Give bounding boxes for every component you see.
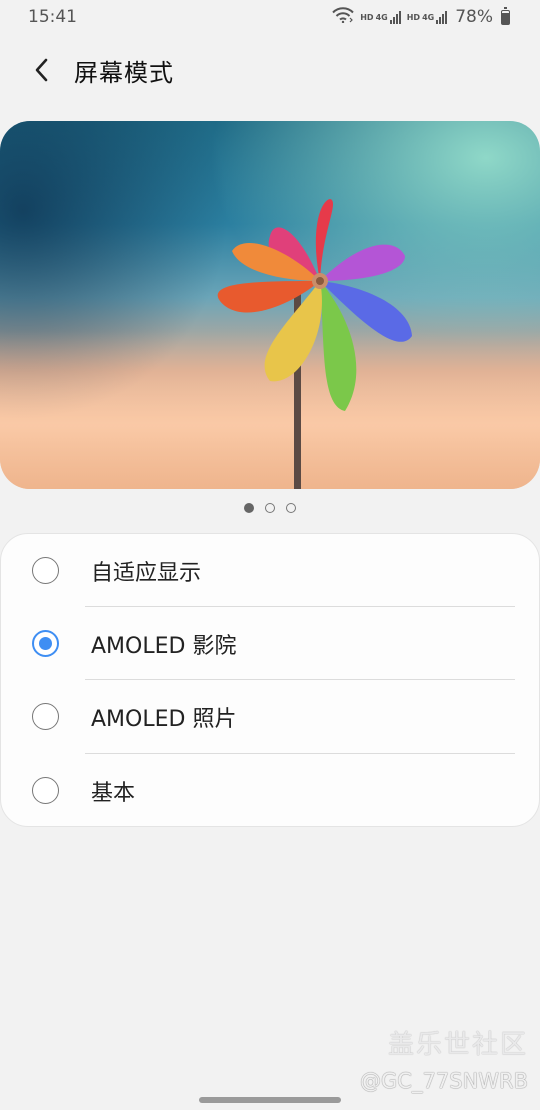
option-label: AMOLED 照片 [91, 706, 237, 732]
page-indicator [0, 500, 540, 516]
signal-icon-2: HD 4G [406, 10, 448, 24]
watermark-user: @GC_77SNWRB [360, 1069, 528, 1093]
watermark-community: 盖乐世社区 [387, 1030, 528, 1060]
home-indicator[interactable] [199, 1097, 341, 1103]
status-time: 15:41 [28, 7, 77, 27]
option-label: AMOLED 影院 [91, 633, 237, 659]
option-basic[interactable]: 基本 [1, 754, 540, 827]
page-title: 屏幕模式 [74, 58, 174, 87]
pinwheel-icon [217, 199, 412, 489]
page-dot-2[interactable] [265, 503, 275, 513]
status-bar: 15:41 HD 4G HD 4G 78% [0, 0, 540, 34]
option-amoled-photo[interactable]: AMOLED 照片 [1, 680, 540, 753]
battery-percent: 78% [455, 7, 493, 27]
page-dot-3[interactable] [286, 503, 296, 513]
option-label: 自适应显示 [91, 560, 202, 586]
option-label: 基本 [91, 780, 136, 806]
status-icons: HD 4G HD 4G 78% [332, 6, 510, 28]
battery-icon [501, 6, 510, 25]
app-bar: 屏幕模式 [0, 44, 540, 96]
network-type-label: 4G [375, 12, 388, 22]
radio-button-selected[interactable] [32, 630, 59, 657]
hd-label: HD [360, 12, 374, 22]
option-amoled-cinema[interactable]: AMOLED 影院 [1, 607, 540, 680]
back-button[interactable] [14, 44, 70, 96]
page-dot-1[interactable] [244, 503, 254, 513]
radio-button[interactable] [32, 703, 59, 730]
chevron-left-icon [35, 58, 48, 82]
network-type-label-2: 4G [422, 12, 435, 22]
hd-label-2: HD [406, 12, 421, 22]
option-adaptive-display[interactable]: 自适应显示 [1, 534, 540, 607]
signal-icon: HD 4G [360, 10, 401, 24]
screen-mode-options: 自适应显示 AMOLED 影院 AMOLED 照片 基本 [0, 533, 540, 827]
preview-image[interactable] [0, 121, 540, 489]
wifi-icon [332, 6, 354, 28]
radio-button[interactable] [32, 557, 59, 584]
radio-button[interactable] [32, 777, 59, 804]
watermark: 盖乐世社区 @GC_77SNWRB [360, 1024, 528, 1093]
